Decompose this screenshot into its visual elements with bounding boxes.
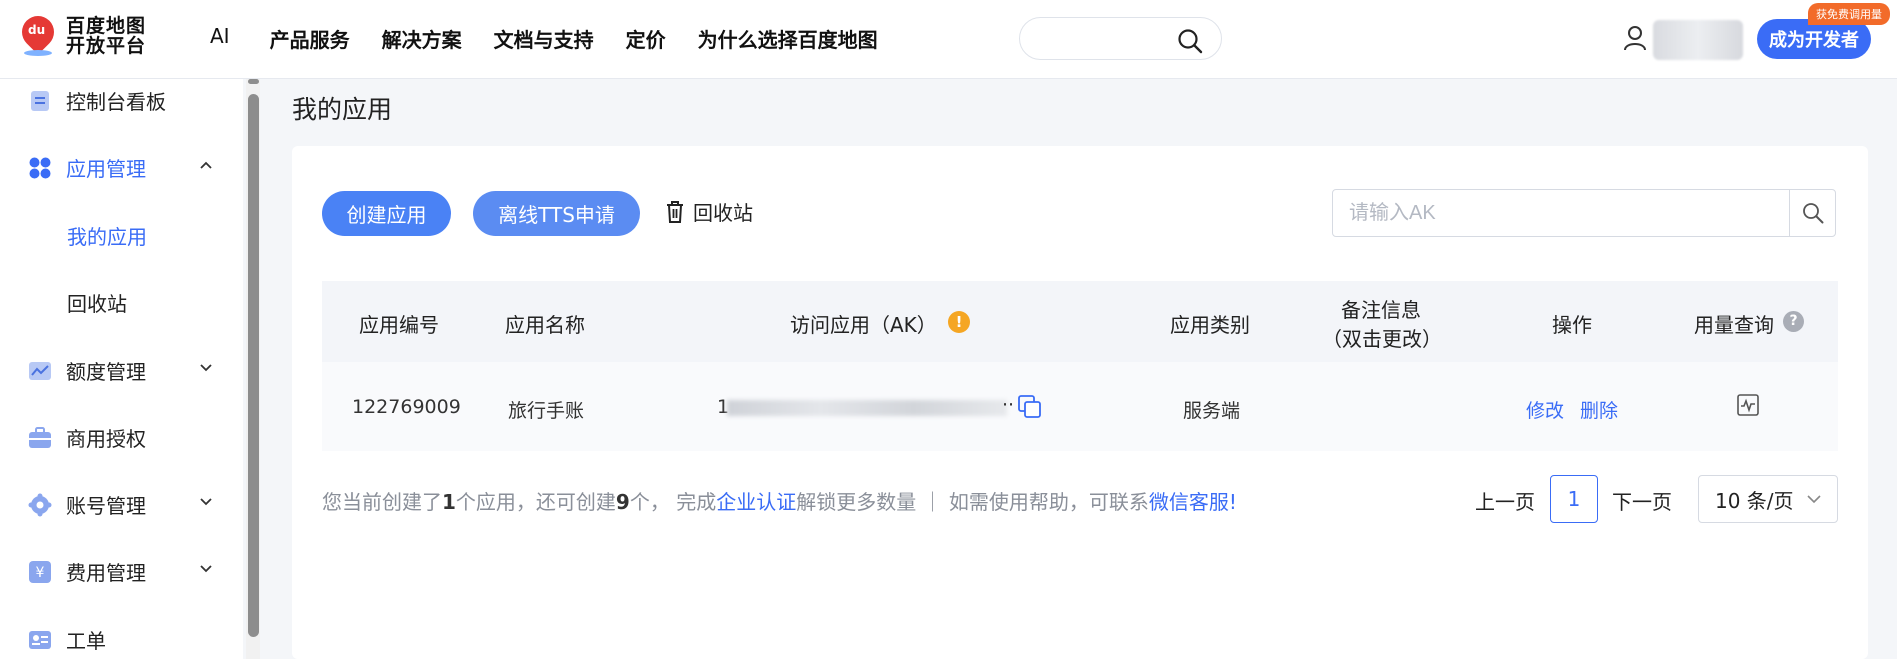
free-quota-badge[interactable]: 获免费调用量 — [1808, 3, 1890, 25]
cell-app-id: 122769009 — [352, 396, 461, 418]
chevron-down-icon[interactable] — [200, 495, 212, 507]
wechat-service-link[interactable]: 微信客服! — [1149, 490, 1237, 514]
copy-icon[interactable] — [1018, 395, 1042, 419]
ak-search-button[interactable] — [1789, 189, 1836, 237]
ak-redacted — [727, 400, 1007, 416]
delete-link[interactable]: 删除 — [1580, 396, 1618, 423]
svg-text:¥: ¥ — [36, 565, 45, 581]
sidebar-item-app-management[interactable]: 应用管理 — [28, 153, 146, 182]
page-size-select[interactable]: 10 条/页 — [1698, 475, 1838, 523]
yen-icon: ¥ — [29, 560, 51, 583]
create-app-button[interactable]: 创建应用 — [322, 191, 451, 236]
user-icon[interactable] — [1623, 25, 1647, 51]
sidebar-item-quota[interactable]: 额度管理 — [28, 356, 146, 385]
nav-why-baidu[interactable]: 为什么选择百度地图 — [698, 24, 878, 53]
column-app-id: 应用编号 — [359, 313, 439, 337]
logo-text: 百度地图 开放平台 — [66, 15, 147, 57]
edit-link[interactable]: 修改 — [1526, 396, 1564, 423]
cell-app-type: 服务端 — [1183, 400, 1241, 422]
sidebar-item-dashboard[interactable]: 控制台看板 — [28, 86, 166, 115]
nav-products[interactable]: 产品服务 — [270, 24, 350, 53]
ak-search-input[interactable] — [1332, 189, 1790, 237]
sidebar-item-recycle-bin[interactable]: 回收站 — [67, 288, 127, 317]
sidebar-scrollbar-cap — [248, 79, 259, 84]
nav-pricing[interactable]: 定价 — [626, 24, 666, 53]
search-icon — [1802, 203, 1823, 224]
global-search[interactable] — [1019, 17, 1222, 60]
sidebar-item-my-apps[interactable]: 我的应用 — [67, 221, 147, 250]
column-app-type: 应用类别 — [1170, 313, 1250, 337]
recycle-bin-link[interactable]: 回收站 — [665, 197, 753, 226]
sidebar-item-ticket[interactable]: 工单 — [28, 625, 106, 654]
column-operations: 操作 — [1552, 313, 1592, 337]
trash-icon — [667, 200, 683, 223]
gear-icon — [28, 493, 52, 516]
column-app-name: 应用名称 — [505, 313, 585, 337]
sidebar-item-billing[interactable]: ¥ 费用管理 — [28, 557, 146, 586]
sidebar-item-commercial-license[interactable]: 商用授权 — [28, 423, 146, 452]
apps-icon — [29, 157, 51, 178]
help-icon[interactable]: ? — [1783, 311, 1804, 332]
usage-chart-icon[interactable] — [1737, 394, 1759, 416]
baidu-map-logo[interactable]: du 百度地图 开放平台 — [15, 9, 147, 57]
offline-tts-apply-button[interactable]: 离线TTS申请 — [473, 191, 640, 236]
top-navbar: du 百度地图 开放平台 AI 产品服务 解决方案 文档与支持 定价 为什么选择… — [0, 0, 1897, 79]
next-page-button[interactable]: 下一页 — [1612, 486, 1672, 515]
cell-ak-ellipsis: ·· — [1002, 394, 1015, 416]
cell-app-name: 旅行手账 — [508, 400, 585, 422]
enterprise-cert-link[interactable]: 企业认证 — [716, 490, 796, 514]
document-icon — [31, 90, 49, 111]
column-usage: 用量查询 — [1694, 313, 1774, 337]
chevron-down-icon — [1807, 495, 1821, 504]
nav-docs[interactable]: 文档与支持 — [494, 24, 594, 53]
warning-icon[interactable]: ! — [948, 311, 970, 333]
id-card-icon — [29, 630, 51, 649]
main-nav: AI 产品服务 解决方案 文档与支持 定价 为什么选择百度地图 — [210, 24, 910, 53]
column-note-hint: （双击更改） — [1322, 327, 1442, 351]
chevron-down-icon[interactable] — [200, 562, 212, 574]
chevron-up-icon[interactable] — [200, 160, 212, 172]
prev-page-button[interactable]: 上一页 — [1475, 486, 1535, 515]
username-redacted[interactable] — [1653, 20, 1743, 60]
nav-solutions[interactable]: 解决方案 — [382, 24, 462, 53]
chevron-down-icon[interactable] — [200, 361, 212, 373]
become-developer-button[interactable]: 成为开发者 — [1757, 19, 1871, 59]
page-title: 我的应用 — [292, 95, 393, 124]
search-icon[interactable] — [1177, 28, 1203, 54]
sidebar-item-account[interactable]: 账号管理 — [28, 490, 146, 519]
column-ak: 访问应用（AK） — [790, 313, 937, 337]
chart-line-icon — [29, 361, 51, 380]
sidebar-scrollbar-thumb[interactable] — [248, 94, 259, 637]
nav-ai[interactable]: AI — [210, 24, 230, 53]
page-1-button[interactable]: 1 — [1550, 475, 1598, 523]
app-quota-note: 您当前创建了1个应用，还可创建9个， 完成企业认证解锁更多数量 ｜ 如需使用帮助… — [322, 490, 1237, 514]
map-pin-icon: du — [15, 9, 61, 56]
column-note: 备注信息 — [1341, 298, 1421, 322]
briefcase-icon — [29, 426, 51, 448]
